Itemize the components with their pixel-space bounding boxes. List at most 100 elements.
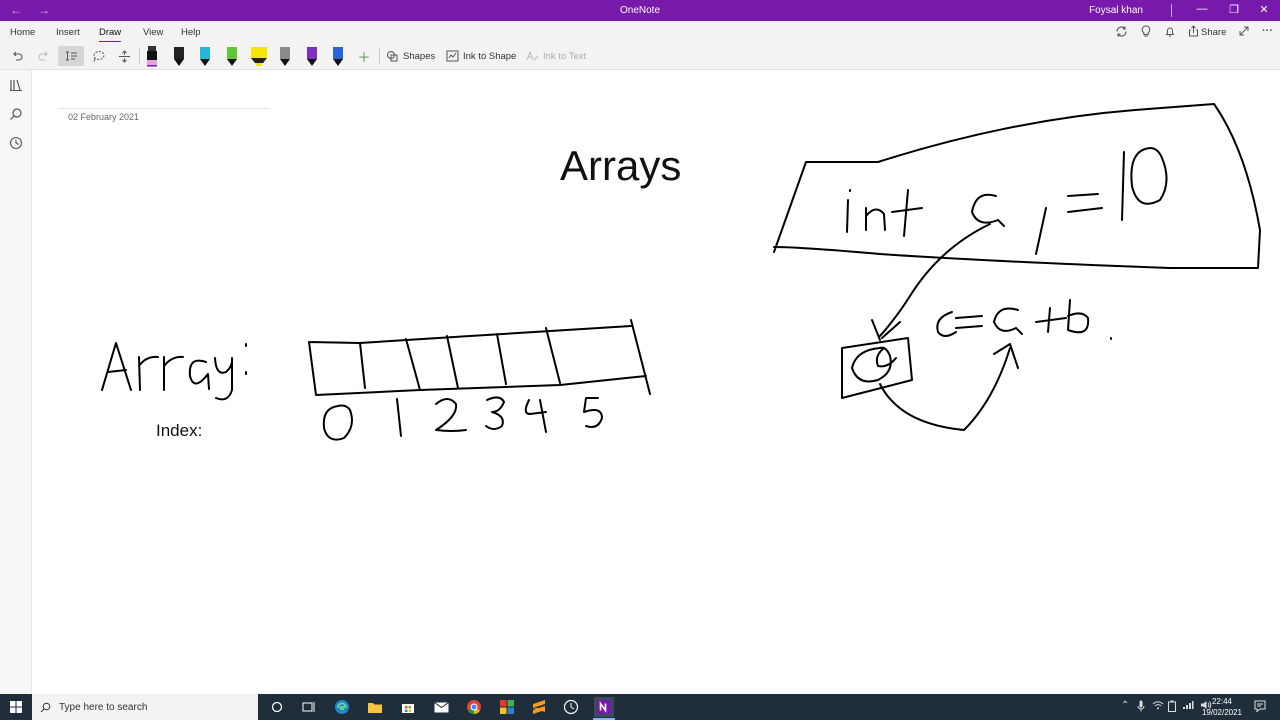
app-grid-icon[interactable]: [497, 697, 517, 717]
onenote-taskbar-icon[interactable]: [594, 697, 614, 717]
share-icon[interactable]: [1188, 25, 1199, 40]
lightbulb-icon[interactable]: [1140, 25, 1152, 41]
tab-home[interactable]: Home: [10, 27, 35, 38]
ink-comma: [1035, 207, 1047, 255]
ink-letter-b: [1067, 299, 1090, 334]
ink-circle-c: [851, 346, 892, 383]
ink-letter-y: [214, 357, 234, 401]
microsoft-store-icon[interactable]: [398, 697, 418, 717]
pen-cyan-icon[interactable]: [198, 45, 212, 67]
ink-digit-1: [396, 398, 402, 437]
ink-letter-r2: [163, 355, 184, 391]
taskbar-date: 19/02/2021: [1201, 708, 1242, 717]
chrome-icon[interactable]: [464, 697, 484, 717]
taskbar-clock[interactable]: 22:44 19/02/2021: [1202, 696, 1242, 718]
edge-icon[interactable]: [332, 697, 352, 717]
task-view-icon[interactable]: [299, 697, 319, 717]
shapes-button[interactable]: Shapes: [386, 50, 435, 62]
ink-digit-zero: [1130, 147, 1168, 205]
ink-letter-t: [891, 189, 923, 237]
lasso-select-icon[interactable]: [88, 46, 108, 66]
pen-purple-icon[interactable]: [305, 45, 319, 67]
add-pen-icon[interactable]: ＋: [355, 46, 373, 66]
tab-help[interactable]: Help: [181, 27, 201, 38]
bell-icon[interactable]: [1164, 25, 1176, 41]
ink-equals: [1067, 193, 1103, 213]
undo-icon[interactable]: [8, 46, 26, 66]
app-title: OneNote: [619, 5, 661, 16]
search-icon: [40, 702, 51, 712]
pen-black-icon[interactable]: [172, 45, 186, 67]
ink-array-divider-1: [359, 342, 366, 389]
notifications-icon[interactable]: [1254, 700, 1266, 715]
tab-draw[interactable]: Draw: [99, 27, 122, 43]
ink-arrow-b-loop: [879, 343, 1019, 431]
restore-icon[interactable]: ❐: [1224, 3, 1244, 16]
ink-letter-A: [101, 342, 132, 391]
ink-array-box: [308, 319, 651, 396]
pen-green-icon[interactable]: [225, 45, 239, 67]
wifi-icon[interactable]: [1152, 700, 1164, 713]
tab-insert[interactable]: Insert: [56, 27, 80, 38]
file-explorer-icon[interactable]: [365, 697, 385, 717]
note-canvas[interactable]: 02 February 2021 Arrays Index:: [33, 70, 1280, 694]
microphone-icon[interactable]: [1137, 700, 1145, 715]
ink-array-divider-4: [496, 333, 507, 385]
ink-digit-3: [485, 396, 505, 430]
clock-app-icon[interactable]: [561, 697, 581, 717]
ink-letter-a2: [971, 193, 1005, 227]
type-select-icon[interactable]: [58, 46, 84, 66]
titlebar-separator: [1171, 4, 1172, 17]
pen-pink-icon[interactable]: [145, 45, 159, 67]
ink-to-shape-label: Ink to Shape: [463, 50, 517, 62]
notebooks-icon[interactable]: [8, 78, 24, 94]
more-options-icon[interactable]: ···: [1262, 25, 1273, 37]
pen-expand-icon[interactable]: [1238, 25, 1250, 40]
title-bar: ← → OneNote Foysal khan — ❐ ✕: [0, 0, 1280, 21]
ink-equals-2: [955, 315, 983, 329]
ink-letter-i: [846, 189, 851, 233]
sublime-text-icon[interactable]: [529, 697, 549, 717]
ink-digit-4: [524, 399, 547, 433]
ink-to-text-button[interactable]: Ink to Text: [526, 50, 586, 62]
ink-digit-5: [583, 397, 603, 428]
ink-letter-a3: [993, 307, 1023, 335]
ink-letter-c: [936, 311, 957, 337]
windows-taskbar: Type here to search ⌃ 22:44 19/02/2021: [0, 694, 1280, 720]
tray-chevron-icon[interactable]: ⌃: [1121, 700, 1129, 711]
highlighter-yellow-icon[interactable]: [250, 45, 268, 67]
ink-digit-one: [1121, 151, 1125, 221]
ink-to-shape-button[interactable]: Ink to Shape: [446, 50, 516, 62]
navigation-rail: [0, 70, 32, 694]
close-icon[interactable]: ✕: [1254, 3, 1274, 16]
ink-letter-r1: [138, 355, 159, 391]
ink-to-shape-icon: [446, 50, 459, 62]
shapes-label: Shapes: [403, 50, 436, 62]
network-icon[interactable]: [1182, 700, 1194, 713]
taskbar-search-placeholder: Type here to search: [59, 701, 148, 713]
add-space-icon[interactable]: [114, 46, 134, 66]
mail-icon[interactable]: [431, 697, 451, 717]
pen-gray-icon[interactable]: [278, 45, 292, 67]
windows-start-icon[interactable]: [6, 697, 26, 717]
recent-notes-icon[interactable]: [8, 136, 24, 152]
redo-icon[interactable]: [35, 46, 53, 66]
ink-to-text-icon: [526, 50, 539, 61]
search-icon[interactable]: [8, 107, 24, 123]
ink-array-divider-5: [545, 327, 561, 384]
tab-view[interactable]: View: [143, 27, 163, 38]
ink-to-text-label: Ink to Text: [543, 50, 587, 62]
ink-drawing[interactable]: [33, 70, 1280, 694]
ink-array-divider-2: [405, 338, 421, 391]
ink-letter-a: [188, 359, 210, 390]
user-name[interactable]: Foysal khan: [1089, 5, 1143, 16]
taskbar-search[interactable]: Type here to search: [32, 694, 258, 720]
ribbon-separator: [139, 48, 140, 64]
taskbar-time: 22:44: [1211, 697, 1232, 706]
sync-icon[interactable]: [1115, 25, 1128, 41]
battery-icon[interactable]: [1168, 700, 1176, 715]
pen-blue-icon[interactable]: [331, 45, 345, 67]
minimize-icon[interactable]: —: [1192, 3, 1212, 15]
share-button[interactable]: Share: [1201, 27, 1226, 38]
cortana-icon[interactable]: [267, 697, 287, 717]
